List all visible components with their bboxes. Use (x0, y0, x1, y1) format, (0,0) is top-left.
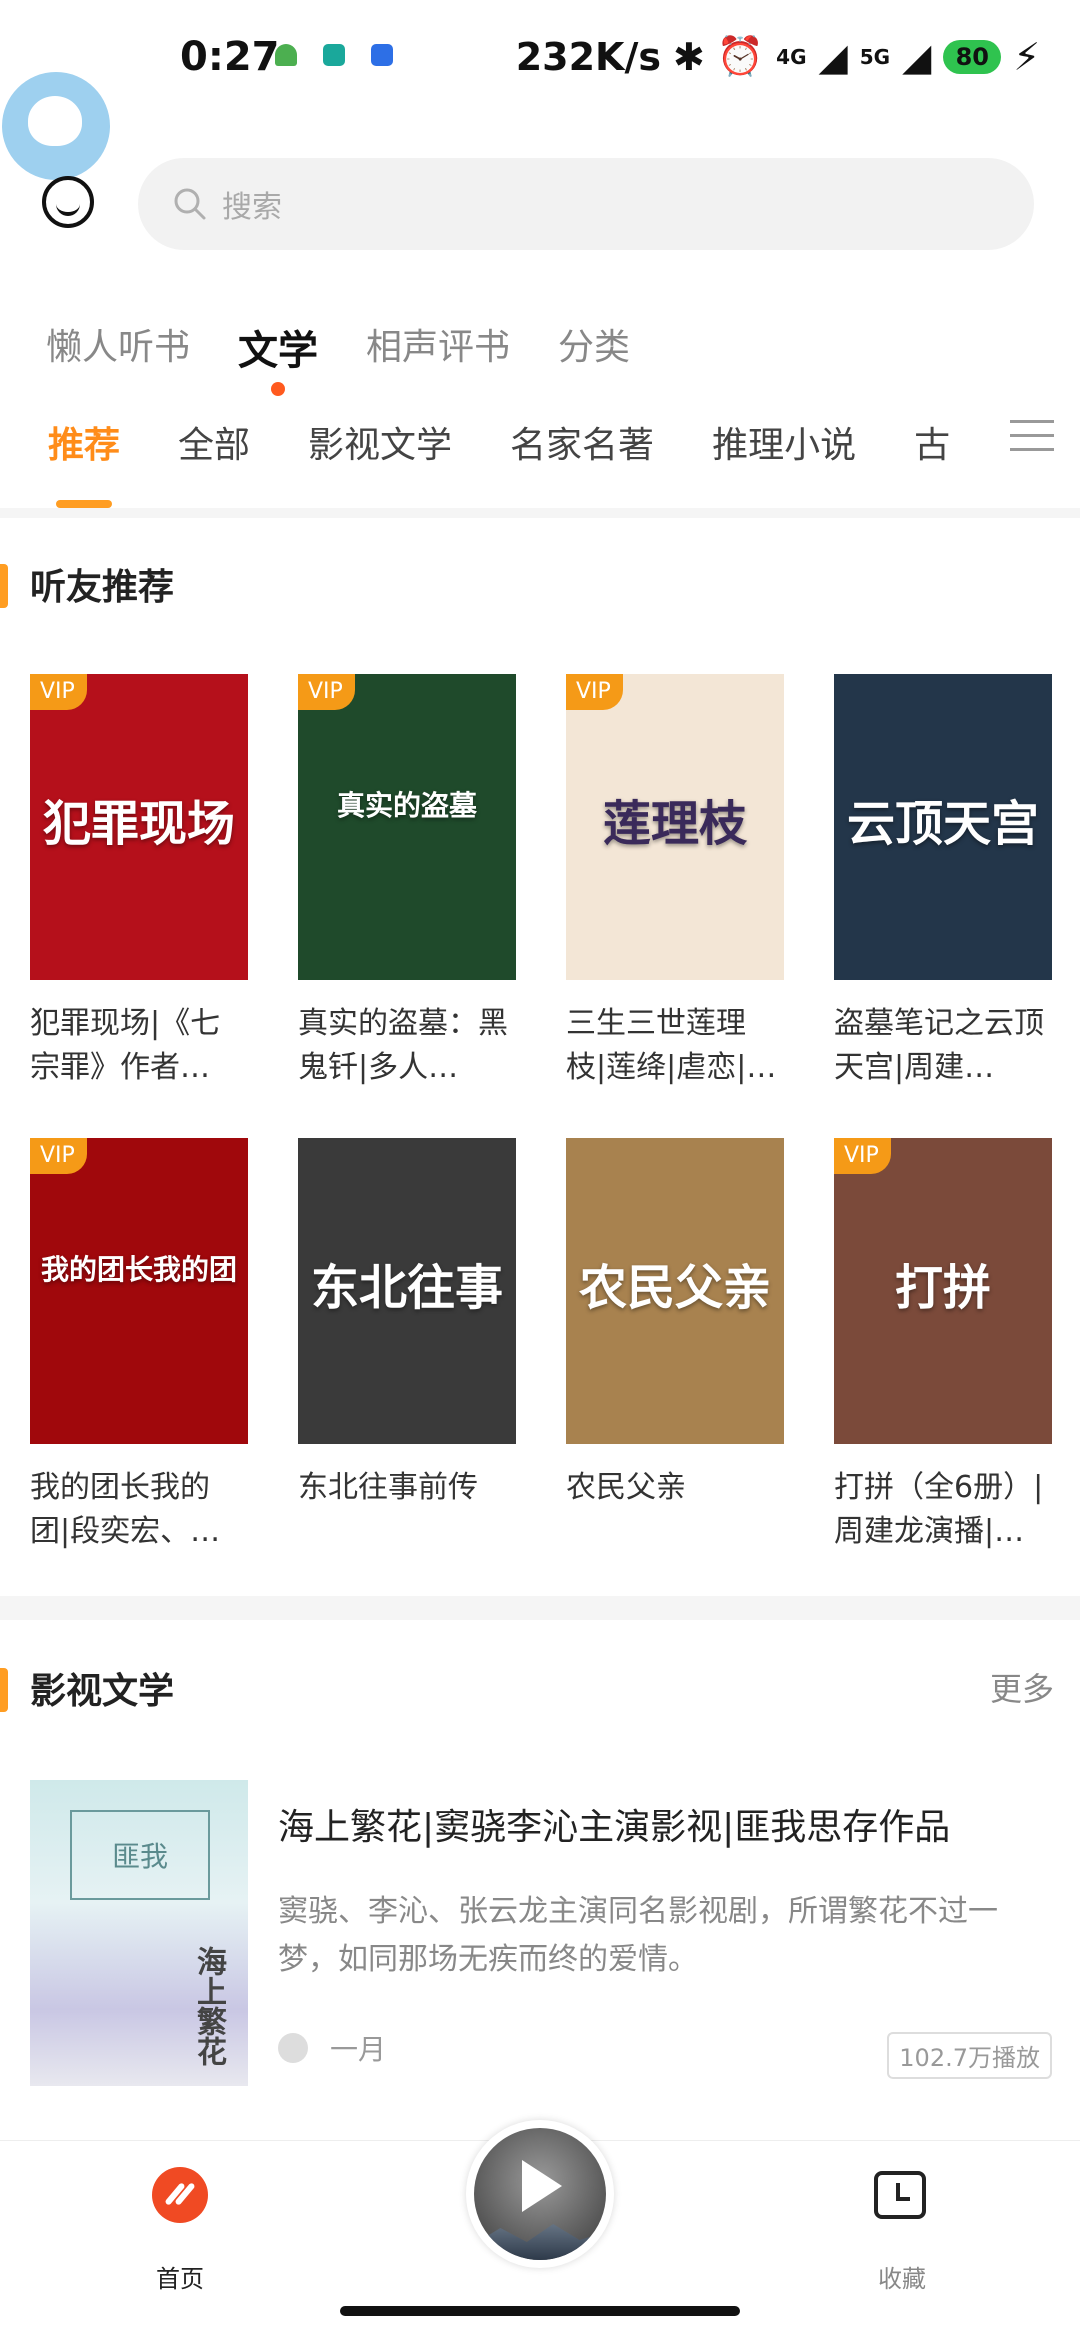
alarm-icon: ⏰ (716, 34, 765, 78)
home-indicator[interactable] (340, 2306, 740, 2316)
android-icon (275, 44, 297, 66)
section-title: 影视文学 (30, 1671, 175, 1712)
signal-icon: ◢ (818, 34, 848, 79)
book-card[interactable]: 东北往事东北往事前传 (298, 1138, 516, 1554)
vip-badge: VIP (298, 674, 355, 710)
featured-description: 窦骁、李沁、张云龙主演同名影视剧，所谓繁花不过一梦，如同那场无疾而终的爱情。 (278, 1894, 998, 1977)
cover-emblem: 匪我 (70, 1810, 210, 1900)
divider (0, 508, 1080, 518)
play-button[interactable] (466, 2120, 614, 2268)
home-icon[interactable] (152, 2167, 208, 2223)
tab-category[interactable]: 分类 (558, 318, 630, 376)
charging-icon: ⚡ (1013, 34, 1040, 79)
cover-title: 云顶天宫 (846, 796, 1039, 852)
featured-cover[interactable]: 匪我 海上繁花 (30, 1780, 248, 2086)
book-grid: 犯罪现场 VIP 犯罪现场|《七宗罪》作者… 真实的盗墓 VIP 真实的盗墓：黑鬼钎|多人… (30, 674, 1060, 1554)
primary-tabs: 懒人听书 文学 相声评书 分类 (46, 318, 630, 396)
search-icon (174, 188, 206, 220)
book-title[interactable]: 犯罪现场|《七宗罪》作者… (30, 1002, 248, 1090)
app-icon-green (323, 44, 345, 66)
smiley-icon[interactable] (42, 176, 94, 228)
vip-badge: VIP (30, 1138, 87, 1174)
tab-literature[interactable]: 文学 (238, 318, 318, 396)
book-card[interactable]: 真实的盗墓 VIP 真实的盗墓：黑鬼钎|多人… (298, 674, 516, 1090)
status-app-icons (275, 44, 393, 66)
active-tab-dot (271, 382, 286, 396)
book-cover[interactable]: 农民父亲 (566, 1138, 784, 1444)
book-title[interactable]: 真实的盗墓：黑鬼钎|多人… (298, 1002, 516, 1090)
book-title[interactable]: 农民父亲 (566, 1466, 784, 1554)
cover-title: 农民父亲 (578, 1260, 771, 1316)
book-card[interactable]: 莲理枝 VIP 三生三世莲理枝|莲绛|虐恋|… (566, 674, 784, 1090)
net-speed: 232K/s (515, 34, 661, 79)
book-cover[interactable]: 打拼 VIP (834, 1138, 1052, 1444)
subtab-classics[interactable]: 名家名著 (510, 416, 654, 468)
cover-title: 东北往事 (310, 1260, 503, 1316)
battery-icon: 80 (943, 39, 1002, 74)
book-card[interactable]: 云顶天宫盗墓笔记之云顶天宫|周建… (834, 674, 1052, 1090)
signal-5g: 5G (859, 44, 891, 69)
cover-title: 莲理枝 (602, 796, 747, 852)
cover-title: 犯罪现场 (42, 796, 235, 852)
vip-badge: VIP (834, 1138, 891, 1174)
bluetooth-icon: ✱ (672, 34, 705, 79)
search-bar[interactable]: 搜索 (138, 158, 1034, 250)
book-title[interactable]: 东北往事前传 (298, 1466, 516, 1554)
menu-icon[interactable] (1010, 420, 1054, 456)
featured-author: 一月 (278, 2028, 386, 2068)
book-card[interactable]: 我的团长我的团 VIP 我的团长我的团|段奕宏、… (30, 1138, 248, 1554)
section-header-recommend: 听友推荐 (0, 556, 1080, 616)
book-cover[interactable]: 真实的盗墓 VIP (298, 674, 516, 980)
vip-badge: VIP (566, 674, 623, 710)
book-title[interactable]: 我的团长我的团|段奕宏、… (30, 1466, 248, 1554)
section-title: 听友推荐 (30, 567, 175, 608)
mascot-bubble-icon[interactable] (2, 72, 110, 180)
status-bar: 0:27 232K/s ✱ ⏰ 4G ◢ 5G ◢ 80 ⚡ (0, 0, 1080, 120)
cover-title: 打拼 (894, 1260, 991, 1316)
author-avatar-icon (278, 2033, 308, 2063)
book-cover[interactable]: 我的团长我的团 VIP (30, 1138, 248, 1444)
divider (0, 1596, 1080, 1620)
subtab-all[interactable]: 全部 (178, 416, 250, 468)
subtab-underline (56, 500, 112, 508)
book-title[interactable]: 盗墓笔记之云顶天宫|周建… (834, 1002, 1052, 1090)
nav-home-label[interactable]: 首页 (156, 2259, 204, 2294)
more-link[interactable]: 更多 (990, 1664, 1054, 1710)
signal-4g: 4G (776, 44, 807, 69)
cover-title: 我的团长我的团 (40, 1253, 237, 1286)
signal-icon-2: ◢ (902, 34, 932, 79)
subtab-mystery[interactable]: 推理小说 (712, 416, 856, 468)
app-icon-blue (371, 44, 393, 66)
subtab-more-partial[interactable]: 古 (914, 416, 950, 468)
book-card[interactable]: 打拼 VIP 打拼（全6册）|周建龙演播|… (834, 1138, 1052, 1554)
search-placeholder: 搜索 (222, 190, 282, 225)
section-header-film: 影视文学 更多 (0, 1660, 1080, 1720)
cover-title: 海上繁花 (191, 1946, 226, 2066)
favorites-icon[interactable] (874, 2171, 926, 2219)
nav-favorites-label[interactable]: 收藏 (878, 2259, 926, 2294)
book-title[interactable]: 打拼（全6册）|周建龙演播|… (834, 1466, 1052, 1554)
status-time: 0:27 (180, 34, 280, 80)
subtab-film-literature[interactable]: 影视文学 (308, 416, 452, 468)
book-cover[interactable]: 东北往事 (298, 1138, 516, 1444)
cover-title: 真实的盗墓 (336, 789, 477, 822)
featured-title[interactable]: 海上繁花|窦骁李沁主演影视|匪我思存作品 (278, 1798, 1038, 1850)
tab-lanren[interactable]: 懒人听书 (46, 318, 190, 376)
play-icon (522, 2160, 562, 2212)
author-name: 一月 (330, 2033, 387, 2066)
status-indicators: 232K/s ✱ ⏰ 4G ◢ 5G ◢ 80 ⚡ (516, 34, 1040, 79)
subtab-recommend[interactable]: 推荐 (48, 416, 120, 468)
book-cover[interactable]: 莲理枝 VIP (566, 674, 784, 980)
book-cover[interactable]: 犯罪现场 VIP (30, 674, 248, 980)
vip-badge: VIP (30, 674, 87, 710)
tab-crosstalk[interactable]: 相声评书 (366, 318, 510, 376)
secondary-tabs: 推荐 全部 影视文学 名家名著 推理小说 古 (0, 412, 1080, 512)
book-title[interactable]: 三生三世莲理枝|莲绛|虐恋|… (566, 1002, 784, 1090)
play-count-badge: 102.7万播放 (887, 2032, 1052, 2079)
book-card[interactable]: 犯罪现场 VIP 犯罪现场|《七宗罪》作者… (30, 674, 248, 1090)
book-card[interactable]: 农民父亲 农民父亲 (566, 1138, 784, 1554)
book-cover[interactable]: 云顶天宫 (834, 674, 1052, 980)
